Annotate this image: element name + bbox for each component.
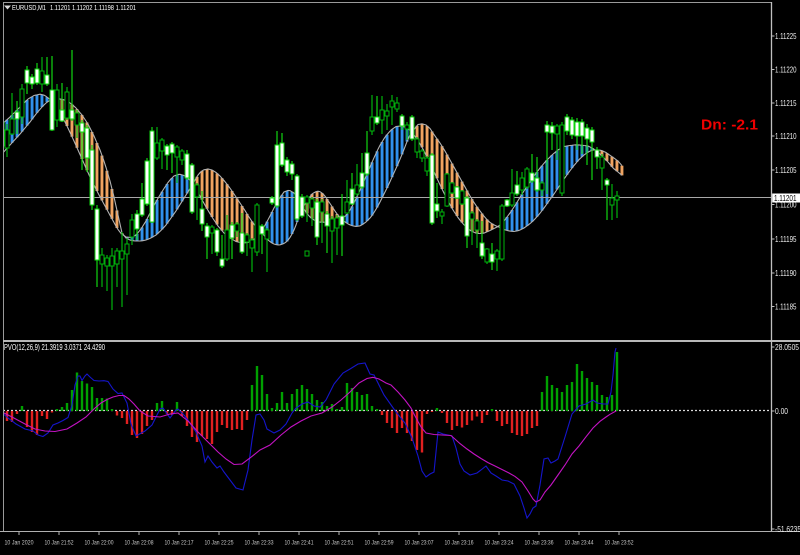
- svg-text:10 Jan 22:41: 10 Jan 22:41: [285, 540, 314, 547]
- svg-text:10 Jan 23:16: 10 Jan 23:16: [445, 540, 474, 547]
- svg-text:10 Jan 22:59: 10 Jan 22:59: [365, 540, 394, 547]
- svg-text:1.11205: 1.11205: [775, 166, 797, 175]
- svg-text:10 Jan 22:33: 10 Jan 22:33: [245, 540, 274, 547]
- svg-text:1.11220: 1.11220: [775, 65, 797, 74]
- svg-text:10 Jan 23:36: 10 Jan 23:36: [525, 540, 554, 547]
- svg-text:10 Jan 22:25: 10 Jan 22:25: [205, 540, 234, 547]
- svg-text:10 Jan 21:52: 10 Jan 21:52: [45, 540, 74, 547]
- svg-text:1.11225: 1.11225: [775, 32, 797, 41]
- svg-text:1.11190: 1.11190: [775, 269, 797, 278]
- svg-text:PVO(12,26,9) 21.3919 3.0371 24: PVO(12,26,9) 21.3919 3.0371 24.4290: [4, 343, 105, 352]
- svg-text:10 Jan 2020: 10 Jan 2020: [5, 540, 34, 547]
- svg-text:-51.6235: -51.6235: [775, 525, 800, 534]
- svg-text:10 Jan 22:08: 10 Jan 22:08: [125, 540, 154, 547]
- svg-text:10 Jan 23:07: 10 Jan 23:07: [405, 540, 434, 547]
- svg-text:10 Jan 23:24: 10 Jan 23:24: [485, 540, 514, 547]
- svg-text:1.11195: 1.11195: [775, 235, 797, 244]
- svg-text:1.11201 1.11202 1.11198 1.1120: 1.11201 1.11202 1.11198 1.11201: [50, 3, 136, 12]
- svg-text:10 Jan 22:51: 10 Jan 22:51: [325, 540, 354, 547]
- svg-text:10 Jan 23:52: 10 Jan 23:52: [605, 540, 634, 547]
- svg-text:1.11215: 1.11215: [775, 99, 797, 108]
- svg-text:10 Jan 22:00: 10 Jan 22:00: [85, 540, 114, 547]
- svg-text:0.00: 0.00: [775, 407, 788, 416]
- svg-text:1.11201: 1.11201: [774, 194, 797, 203]
- svg-text:10 Jan 23:44: 10 Jan 23:44: [565, 540, 594, 547]
- svg-text:1.11210: 1.11210: [775, 132, 797, 141]
- svg-text:28.0505: 28.0505: [775, 343, 799, 352]
- svg-text:EURUSD,M1: EURUSD,M1: [12, 3, 46, 12]
- svg-text:1.11185: 1.11185: [775, 302, 797, 311]
- svg-text:10 Jan 22:17: 10 Jan 22:17: [165, 540, 194, 547]
- svg-text:Dn: -2.1: Dn: -2.1: [701, 118, 758, 134]
